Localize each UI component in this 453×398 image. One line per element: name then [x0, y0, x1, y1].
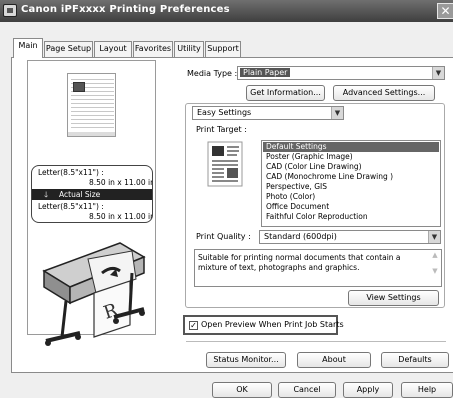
output-size-label: Letter(8.5"x11") : [38, 202, 104, 211]
thumbnail-caption [68, 132, 115, 136]
input-size-label: Letter(8.5"x11") : [38, 168, 104, 177]
title-bar[interactable]: Canon iPFxxxx Printing Preferences ✕ [0, 0, 453, 22]
defaults-button[interactable]: Defaults [381, 352, 449, 368]
print-quality-select[interactable]: Standard (600dpi) ▼ [259, 230, 441, 244]
media-type-label: Media Type : [187, 69, 238, 78]
separator [186, 341, 446, 342]
list-item[interactable]: Poster (Graphic Image) [263, 152, 439, 162]
window-title: Canon iPFxxxx Printing Preferences [21, 4, 230, 15]
status-monitor-button[interactable]: Status Monitor... [206, 352, 286, 368]
open-preview-checkbox[interactable]: ✓ [189, 321, 198, 330]
tab-page-setup[interactable]: Page Setup [44, 41, 93, 57]
list-item[interactable]: CAD (Color Line Drawing) [263, 162, 439, 172]
input-size-dimensions: 8.50 in x 11.00 in [89, 178, 153, 187]
output-size-dimensions: 8.50 in x 11.00 in [89, 212, 153, 221]
tab-utility[interactable]: Utility [174, 41, 204, 57]
description-text: Suitable for printing normal documents t… [198, 253, 401, 272]
large-format-printer-illustration: R [42, 242, 146, 346]
tab-support[interactable]: Support [205, 41, 241, 57]
description-scrollbar[interactable]: ▲ ▼ [430, 251, 440, 285]
tab-layout[interactable]: Layout [94, 41, 132, 57]
actual-size-bar: 🡓 Actual Size [32, 189, 152, 200]
print-quality-label: Print Quality : [196, 232, 251, 241]
chevron-down-icon: ▼ [428, 231, 440, 243]
advanced-settings-button[interactable]: Advanced Settings... [333, 85, 435, 101]
tab-favorites[interactable]: Favorites [133, 41, 173, 57]
list-item[interactable]: Perspective, GIS [263, 182, 439, 192]
media-type-value: Plain Paper [240, 68, 291, 77]
cancel-button[interactable]: Cancel [278, 382, 336, 398]
actual-size-label: Actual Size [59, 190, 101, 199]
arrow-down-icon: 🡓 [44, 190, 49, 199]
list-item[interactable]: Photo (Color) [263, 192, 439, 202]
ok-button[interactable]: OK [212, 382, 272, 398]
page-thumbnail [67, 73, 116, 137]
list-item[interactable]: Default Settings [263, 142, 439, 152]
list-item[interactable]: Office Document [263, 202, 439, 212]
chevron-down-icon: ▼ [432, 67, 444, 79]
document-preview-icon [207, 141, 243, 187]
print-target-label: Print Target : [196, 125, 247, 134]
apply-button[interactable]: Apply [343, 382, 393, 398]
close-button[interactable]: ✕ [437, 3, 453, 19]
settings-mode-value: Easy Settings [197, 108, 252, 117]
paper-size-info: Letter(8.5"x11") : 8.50 in x 11.00 in 🡓 … [31, 165, 153, 223]
print-quality-value: Standard (600dpi) [264, 232, 337, 241]
view-settings-button[interactable]: View Settings [348, 290, 439, 306]
help-button[interactable]: Help [401, 382, 453, 398]
tab-main[interactable]: Main [13, 38, 43, 58]
settings-mode-select[interactable]: Easy Settings ▼ [192, 106, 344, 120]
about-button[interactable]: About [297, 352, 371, 368]
print-target-list[interactable]: Default Settings Poster (Graphic Image) … [261, 140, 441, 227]
open-preview-label: Open Preview When Print Job Starts [201, 320, 344, 329]
printer-app-icon [3, 4, 17, 17]
get-information-button[interactable]: Get Information... [246, 85, 325, 101]
media-type-select[interactable]: Plain Paper ▼ [237, 66, 445, 80]
open-preview-option[interactable]: ✓ Open Preview When Print Job Starts [183, 315, 344, 335]
description-box: Suitable for printing normal documents t… [194, 249, 442, 287]
list-item[interactable]: CAD (Monochrome Line Drawing ) [263, 172, 439, 182]
list-item[interactable]: Faithful Color Reproduction [263, 212, 439, 222]
thumbnail-image-icon [73, 82, 85, 92]
chevron-down-icon: ▼ [331, 107, 343, 119]
